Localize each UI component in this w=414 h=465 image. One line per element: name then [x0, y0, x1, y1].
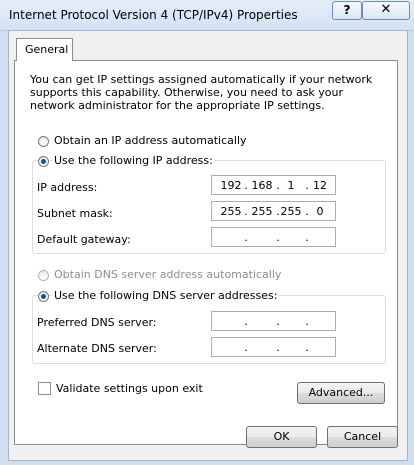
obtain-dns-auto-radio: [38, 270, 49, 281]
intro-text: You can get IP settings assigned automat…: [30, 73, 373, 112]
default-gateway-label: Default gateway:: [37, 233, 131, 246]
use-following-dns-label: Use the following DNS server addresses:: [52, 289, 280, 302]
title-bar: Internet Protocol Version 4 (TCP/IPv4) P…: [0, 0, 414, 31]
preferred-dns-input[interactable]: . . .: [211, 311, 336, 331]
subnet-octet-4: 0: [316, 205, 324, 218]
default-gateway-input[interactable]: . . .: [211, 227, 336, 247]
obtain-ip-auto-radio[interactable]: [38, 136, 49, 147]
subnet-mask-label: Subnet mask:: [37, 207, 113, 220]
subnet-octet-2: 255: [251, 205, 273, 218]
octet-separator: .: [244, 179, 248, 192]
cancel-button[interactable]: Cancel: [327, 426, 398, 448]
octet-separator: .: [276, 231, 280, 244]
tab-general[interactable]: General: [16, 38, 73, 61]
general-tab-panel: You can get IP settings assigned automat…: [14, 60, 398, 445]
ok-button[interactable]: OK: [246, 426, 317, 448]
ip-address-input[interactable]: 192 . 168 . 1 . 12: [211, 175, 336, 195]
validate-settings-checkbox[interactable]: [38, 382, 51, 395]
use-following-dns-radio[interactable]: [38, 291, 49, 302]
close-button[interactable]: ✕: [362, 1, 410, 20]
ip-address-label: IP address:: [37, 181, 98, 194]
octet-separator: .: [305, 341, 309, 354]
octet-separator: .: [244, 315, 248, 328]
octet-separator: .: [244, 231, 248, 244]
octet-separator: .: [305, 231, 309, 244]
validate-settings-label: Validate settings upon exit: [56, 382, 203, 395]
ip-octet-1: 192: [220, 179, 242, 192]
subnet-octet-3: 255: [280, 205, 302, 218]
ip-octet-3: 1: [287, 179, 295, 192]
window-title: Internet Protocol Version 4 (TCP/IPv4) P…: [9, 8, 298, 22]
use-following-ip-radio[interactable]: [38, 156, 49, 167]
advanced-button[interactable]: Advanced...: [297, 382, 385, 404]
ip-octet-2: 168: [251, 179, 273, 192]
alternate-dns-label: Alternate DNS server:: [37, 342, 157, 355]
use-following-ip-label: Use the following IP address:: [52, 154, 215, 167]
tab-general-label: General: [25, 43, 69, 56]
octet-separator: .: [305, 315, 309, 328]
ip-octet-4: 12: [313, 179, 327, 192]
dialog-client-area: General You can get IP settings assigned…: [8, 30, 408, 461]
octet-separator: .: [276, 341, 280, 354]
alternate-dns-input[interactable]: . . .: [211, 337, 336, 357]
octet-separator: .: [244, 341, 248, 354]
help-button[interactable]: ?: [332, 1, 362, 20]
obtain-ip-auto-label: Obtain an IP address automatically: [54, 134, 247, 147]
octet-separator: .: [244, 205, 248, 218]
octet-separator: .: [276, 315, 280, 328]
preferred-dns-label: Preferred DNS server:: [37, 316, 157, 329]
obtain-dns-auto-label: Obtain DNS server address automatically: [54, 268, 282, 281]
subnet-mask-input[interactable]: 255 . 255 . 255 . 0: [211, 201, 336, 221]
subnet-octet-1: 255: [220, 205, 242, 218]
